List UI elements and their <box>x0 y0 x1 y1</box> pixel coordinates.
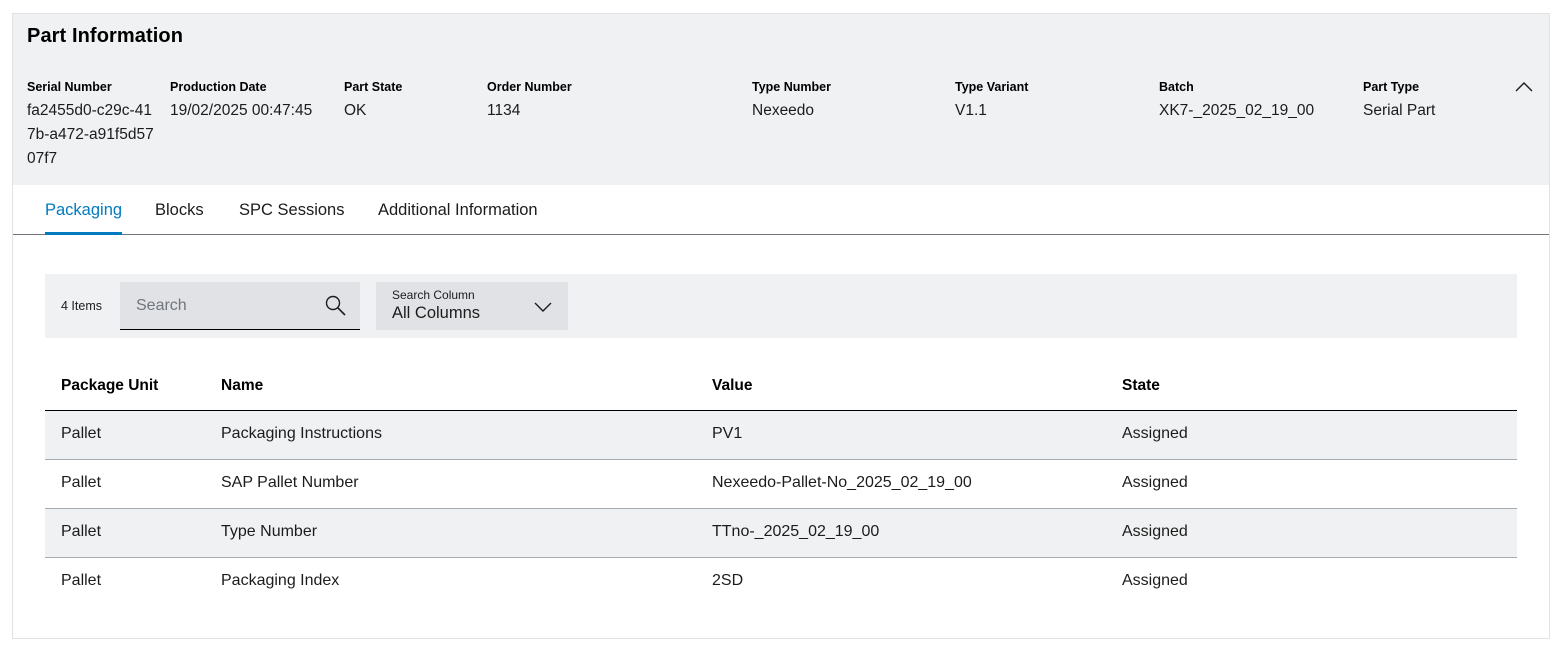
search-column-value: All Columns <box>392 304 481 322</box>
type-number-label: Type Number <box>752 80 831 94</box>
cell-value: Nexeedo-Pallet-No_2025_02_19_00 <box>712 474 972 491</box>
chevron-up-icon <box>1515 82 1533 92</box>
cell-name: Packaging Index <box>221 572 340 589</box>
table-row[interactable]: Pallet Packaging Index 2SD Assigned <box>45 558 1517 607</box>
tab-blocks[interactable]: Blocks <box>155 185 204 234</box>
part-information-panel: Part Information Serial Number fa2455d0-… <box>13 14 1549 185</box>
cell-value: TTno-_2025_02_19_00 <box>712 523 880 540</box>
chevron-down-icon <box>534 302 552 312</box>
table-header: Package Unit Name Value State <box>45 362 1517 411</box>
order-number-label: Order Number <box>487 80 572 94</box>
cell-name: Packaging Instructions <box>221 425 382 442</box>
search-column-label: Search Column <box>392 288 475 302</box>
search-field[interactable] <box>120 282 360 330</box>
search-column-dropdown[interactable]: Search Column All Columns <box>376 282 568 330</box>
type-variant-label: Type Variant <box>955 80 1029 94</box>
part-type-label: Part Type <box>1363 80 1420 94</box>
cell-package-unit: Pallet <box>61 474 102 491</box>
part-state-field: Part State OK <box>344 80 402 123</box>
cell-value: PV1 <box>712 425 743 442</box>
page-title: Part Information <box>27 25 184 47</box>
cell-package-unit: Pallet <box>61 425 102 442</box>
serial-number-field: Serial Number fa2455d0-c29c-417b-a472-a9… <box>27 80 157 171</box>
tab-additional-information[interactable]: Additional Information <box>378 185 538 234</box>
part-state-label: Part State <box>344 80 403 94</box>
cell-state: Assigned <box>1122 474 1188 491</box>
cell-state: Assigned <box>1122 572 1188 589</box>
tab-bar: Packaging Blocks SPC Sessions Additional… <box>13 185 1549 235</box>
part-type-field: Part Type Serial Part <box>1363 80 1435 123</box>
type-number-value: Nexeedo <box>752 102 815 119</box>
column-header-package-unit[interactable]: Package Unit <box>61 377 158 395</box>
column-header-value[interactable]: Value <box>712 377 753 395</box>
batch-value: XK7-_2025_02_19_00 <box>1159 102 1315 119</box>
table-row[interactable]: Pallet Packaging Instructions PV1 Assign… <box>45 411 1517 460</box>
part-information-card: Part Information Serial Number fa2455d0-… <box>12 13 1550 639</box>
packaging-table: Package Unit Name Value State Pallet Pac… <box>45 362 1517 607</box>
collapse-button[interactable] <box>1511 76 1537 98</box>
production-date-value: 19/02/2025 00:47:45 <box>170 102 313 119</box>
cell-package-unit: Pallet <box>61 523 102 540</box>
table-toolbar: 4 Items Search Column All Columns <box>45 274 1517 338</box>
serial-number-label: Serial Number <box>27 80 112 94</box>
item-count: 4 Items <box>61 299 102 313</box>
cell-state: Assigned <box>1122 523 1188 540</box>
table-row[interactable]: Pallet Type Number TTno-_2025_02_19_00 A… <box>45 509 1517 558</box>
cell-name: Type Number <box>221 523 318 540</box>
production-date-field: Production Date 19/02/2025 00:47:45 <box>170 80 312 123</box>
cell-name: SAP Pallet Number <box>221 474 359 491</box>
part-type-value: Serial Part <box>1363 102 1436 119</box>
production-date-label: Production Date <box>170 80 267 94</box>
table-row[interactable]: Pallet SAP Pallet Number Nexeedo-Pallet-… <box>45 460 1517 509</box>
cell-state: Assigned <box>1122 425 1188 442</box>
order-number-value: 1134 <box>487 102 521 119</box>
type-variant-value: V1.1 <box>955 102 987 119</box>
search-icon[interactable] <box>324 294 348 318</box>
tab-spc-sessions[interactable]: SPC Sessions <box>239 185 344 234</box>
type-number-field: Type Number Nexeedo <box>752 80 831 123</box>
column-header-name[interactable]: Name <box>221 377 263 395</box>
batch-label: Batch <box>1159 80 1194 94</box>
cell-value: 2SD <box>712 572 744 589</box>
order-number-field: Order Number 1134 <box>487 80 572 123</box>
search-input[interactable] <box>120 282 320 329</box>
part-state-value: OK <box>344 102 367 119</box>
column-header-state[interactable]: State <box>1122 377 1160 395</box>
batch-field: Batch XK7-_2025_02_19_00 <box>1159 80 1314 123</box>
cell-package-unit: Pallet <box>61 572 102 589</box>
tab-packaging[interactable]: Packaging <box>45 185 123 235</box>
serial-number-value: fa2455d0-c29c-417b-a472-a91f5d5707f7 <box>27 102 154 167</box>
type-variant-field: Type Variant V1.1 <box>955 80 1028 123</box>
